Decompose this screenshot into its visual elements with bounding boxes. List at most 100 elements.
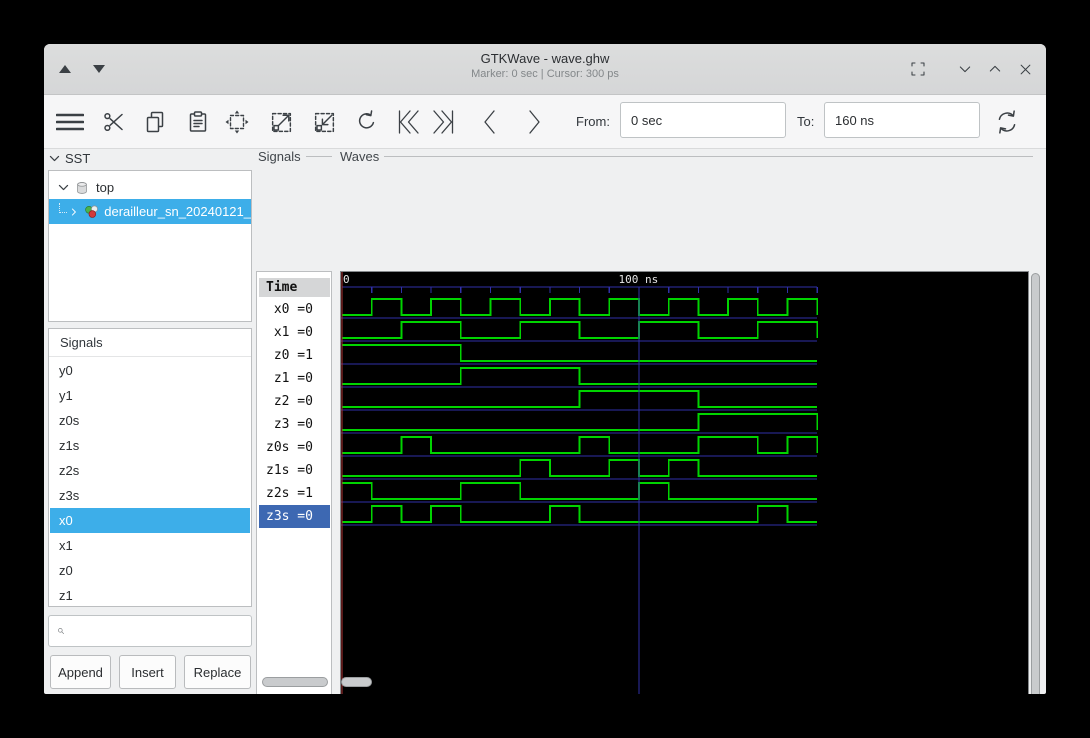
wave-canvas[interactable]: 0 100 ns: [340, 271, 1029, 694]
chevron-down-icon: [959, 66, 971, 73]
waveform-z0s: [342, 436, 819, 454]
waveform-z2s: [342, 482, 818, 500]
minimize-button[interactable]: [952, 56, 978, 82]
gtkwave-window: GTKWave - wave.ghw Marker: 0 sec | Curso…: [44, 44, 1046, 694]
waveform-x1: [342, 321, 819, 339]
names-frame-line: [306, 156, 332, 157]
waves-vscrollbar[interactable]: [1029, 271, 1042, 694]
signal-row[interactable]: z0 =1: [259, 344, 330, 367]
copy-icon: [146, 111, 164, 133]
signal-row[interactable]: z0s =0: [259, 436, 330, 459]
list-item[interactable]: y1: [50, 383, 250, 408]
names-hscrollbar[interactable]: [262, 677, 328, 687]
titlebar[interactable]: GTKWave - wave.ghw Marker: 0 sec | Curso…: [44, 44, 1046, 95]
signal-names-panel: Time x0 =0 x1 =0 z0 =1 z1 =0 z2 =0 z3 =0…: [256, 271, 332, 694]
copy-button[interactable]: [138, 105, 172, 139]
signal-row[interactable]: z1 =0: [259, 367, 330, 390]
list-item[interactable]: z1s: [50, 433, 250, 458]
list-item[interactable]: z3s: [50, 483, 250, 508]
append-button[interactable]: Append: [50, 655, 111, 689]
keep-above-button[interactable]: [905, 56, 931, 82]
skip-to-end-button[interactable]: [426, 105, 460, 139]
list-item[interactable]: x0: [50, 508, 250, 533]
list-item[interactable]: z1: [50, 583, 250, 605]
signal-row[interactable]: x1 =0: [259, 321, 330, 344]
keep-above-icon: [911, 62, 925, 76]
list-item[interactable]: y0: [50, 358, 250, 383]
tree-item-top[interactable]: top: [49, 176, 251, 199]
insert-label: Insert: [131, 664, 164, 680]
from-input[interactable]: [620, 102, 786, 138]
signal-row[interactable]: z2s =1: [259, 482, 330, 505]
signal-search[interactable]: [48, 615, 252, 647]
time-header[interactable]: Time: [259, 278, 330, 297]
replace-button[interactable]: Replace: [184, 655, 251, 689]
cut-icon: [104, 112, 123, 132]
list-item[interactable]: z2s: [50, 458, 250, 483]
waveform-z1: [342, 367, 818, 385]
reload-button[interactable]: [990, 105, 1024, 139]
signal-list-header: Signals: [49, 329, 251, 357]
sst-header[interactable]: SST: [48, 151, 90, 166]
toolbar: From: To:: [44, 95, 1046, 149]
insert-button[interactable]: Insert: [119, 655, 176, 689]
database-icon: [77, 181, 87, 194]
signal-list: y0 y1 z0s z1s z2s z3s x0 x1 z0 z1: [50, 358, 250, 605]
reload-icon: [998, 110, 1016, 134]
waveform-x0: [342, 298, 819, 316]
from-label: From:: [576, 114, 610, 129]
zoom-in-button[interactable]: [264, 105, 298, 139]
tree-item-label: derailleur_sn_20240121_: [104, 204, 251, 219]
skip-to-start-icon: [398, 110, 419, 134]
module-icon: [85, 205, 99, 218]
waveform-z0: [342, 344, 818, 362]
paste-button[interactable]: [181, 105, 215, 139]
undo-button[interactable]: [349, 105, 383, 139]
signal-row[interactable]: x0 =0: [259, 298, 330, 321]
zoom-out-icon: [314, 112, 334, 132]
timeline-marker-label: 100 ns: [619, 273, 659, 286]
list-item[interactable]: z0s: [50, 408, 250, 433]
close-icon: [1020, 64, 1030, 74]
close-button[interactable]: [1012, 56, 1038, 82]
cut-button[interactable]: [97, 105, 131, 139]
signal-row[interactable]: z1s =0: [259, 459, 330, 482]
waveforms: 0 100 ns: [341, 272, 819, 694]
waves-vscroll-thumb[interactable]: [1031, 273, 1040, 694]
expander-open-icon[interactable]: [57, 181, 70, 194]
skip-to-start-button[interactable]: [392, 105, 426, 139]
names-frame-label: Signals: [258, 149, 301, 164]
waveform-z3: [342, 413, 819, 431]
waves-frame-label: Waves: [340, 149, 380, 164]
chevron-left-icon: [484, 110, 495, 134]
signal-row[interactable]: z2 =0: [259, 390, 330, 413]
menu-button[interactable]: [53, 105, 87, 139]
tree-connector: [59, 202, 67, 213]
signal-list-panel: Signals y0 y1 z0s z1s z2s z3s x0 x1 z0 z1: [48, 328, 252, 607]
signal-row[interactable]: z3 =0: [259, 413, 330, 436]
waveform-z1s: [342, 459, 818, 477]
zoom-fit-button[interactable]: [220, 105, 254, 139]
waveform-z3s: [342, 505, 818, 523]
zoom-out-button[interactable]: [307, 105, 341, 139]
titlebar-text: GTKWave - wave.ghw Marker: 0 sec | Curso…: [44, 50, 1046, 81]
menu-icon: [56, 113, 84, 131]
search-input[interactable]: [71, 617, 251, 645]
chevron-right-icon: [529, 110, 540, 134]
sst-tree-panel: top derailleur_sn_20240121_: [48, 170, 252, 322]
search-icon: [58, 628, 64, 634]
step-back-button[interactable]: [473, 105, 507, 139]
sst-label: SST: [65, 151, 91, 166]
expander-closed-icon[interactable]: [69, 206, 79, 218]
waves-hscrollbar[interactable]: [341, 677, 372, 687]
list-item[interactable]: x1: [50, 533, 250, 558]
tree-item-derailleur[interactable]: derailleur_sn_20240121_: [49, 199, 251, 224]
window-title: GTKWave - wave.ghw: [480, 51, 610, 66]
paste-icon: [189, 111, 207, 132]
maximize-button[interactable]: [982, 56, 1008, 82]
list-item[interactable]: z0: [50, 558, 250, 583]
step-forward-button[interactable]: [517, 105, 551, 139]
signal-row[interactable]: z3s =0: [259, 505, 330, 528]
waves-frame-line: [384, 156, 1033, 157]
to-input[interactable]: [824, 102, 980, 138]
